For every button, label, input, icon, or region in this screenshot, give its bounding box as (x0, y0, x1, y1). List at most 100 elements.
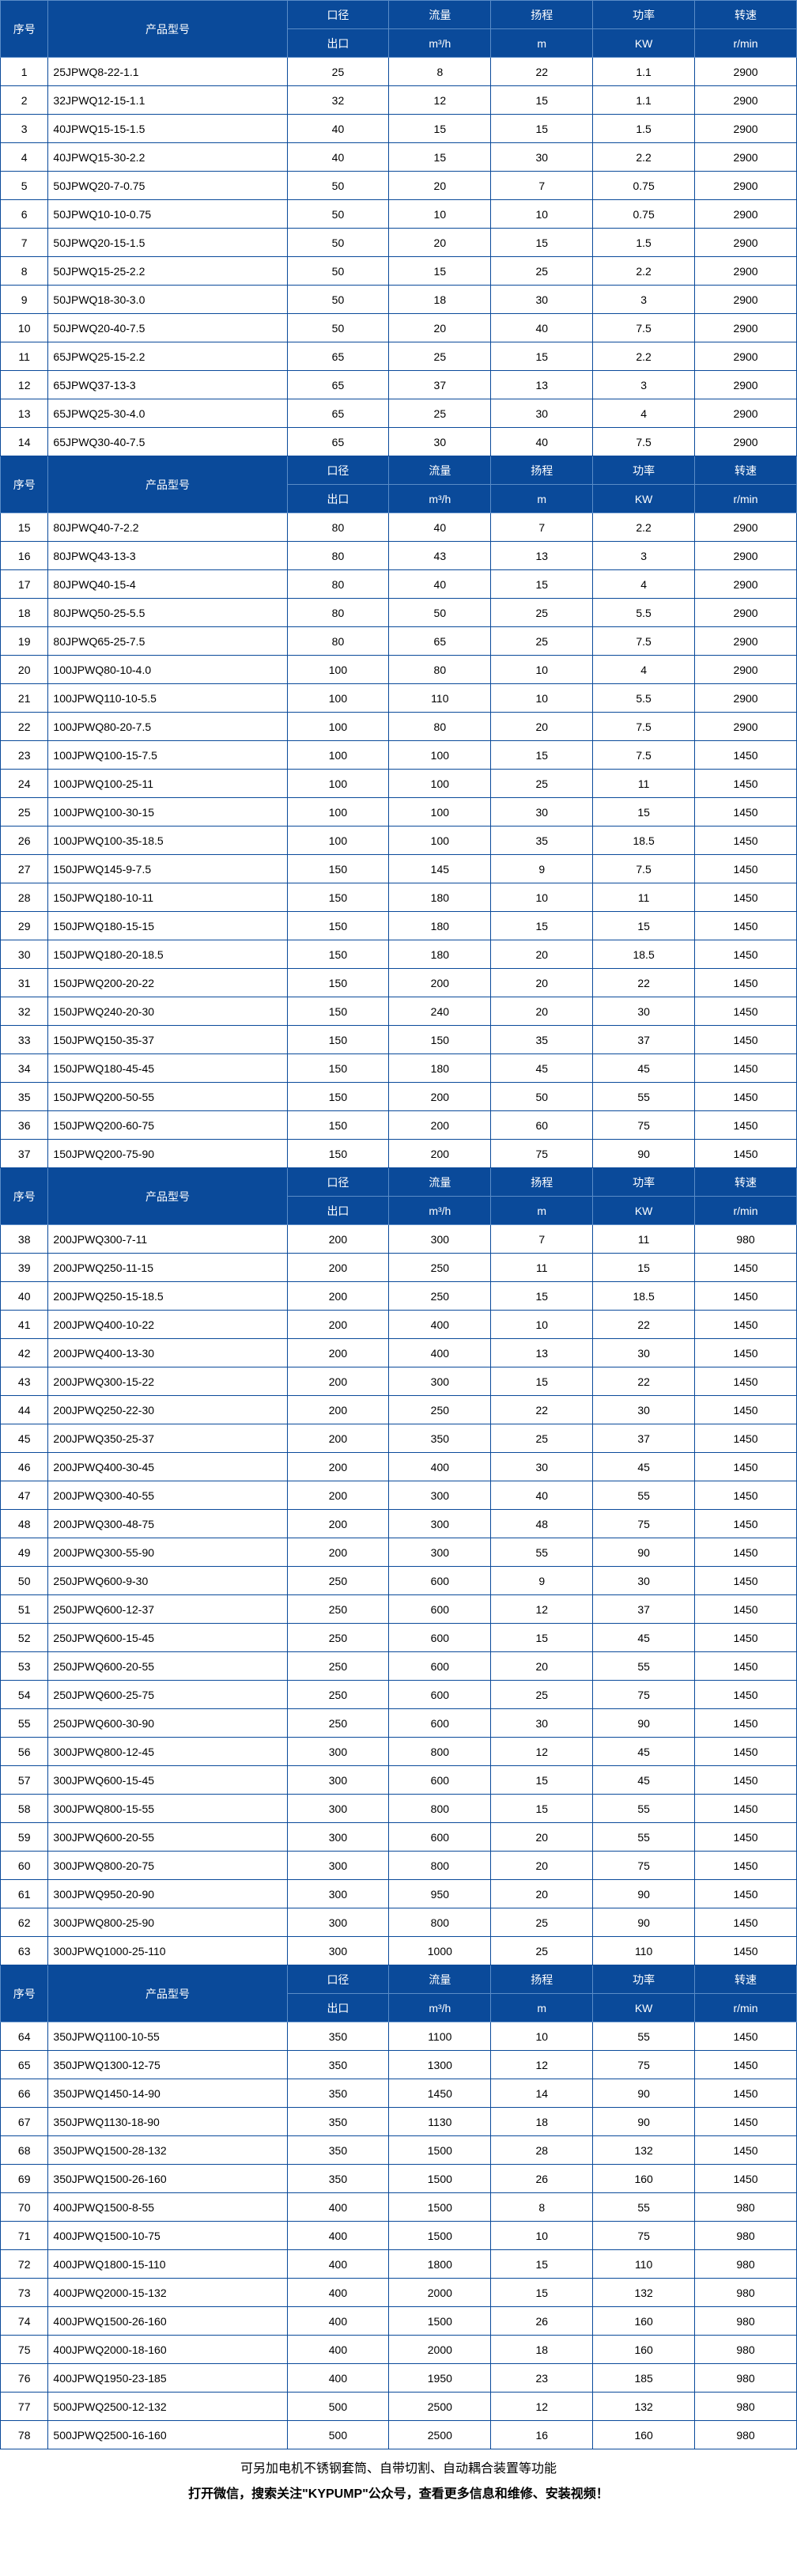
cell-speed: 1450 (695, 1823, 797, 1852)
cell-flow: 180 (389, 940, 491, 969)
table-row: 29150JPWQ180-15-1515018015151450 (1, 912, 797, 940)
table-row: 41200JPWQ400-10-2220040010221450 (1, 1311, 797, 1339)
cell-head: 22 (491, 58, 593, 86)
cell-no: 38 (1, 1225, 48, 1254)
cell-flow: 2000 (389, 2279, 491, 2307)
cell-no: 58 (1, 1795, 48, 1823)
header-speed-bot: r/min (695, 29, 797, 58)
cell-speed: 1450 (695, 2165, 797, 2193)
cell-model: 150JPWQ150-35-37 (48, 1026, 287, 1054)
header-power-bot: KW (593, 1197, 695, 1225)
cell-flow: 1500 (389, 2307, 491, 2336)
cell-speed: 980 (695, 2279, 797, 2307)
cell-no: 42 (1, 1339, 48, 1367)
cell-dia: 40 (287, 143, 389, 172)
header-flow-bot: m³/h (389, 1994, 491, 2022)
cell-no: 56 (1, 1738, 48, 1766)
cell-dia: 150 (287, 1111, 389, 1140)
cell-head: 10 (491, 656, 593, 684)
cell-head: 15 (491, 741, 593, 770)
cell-power: 11 (593, 883, 695, 912)
header-head-top: 扬程 (491, 456, 593, 485)
cell-power: 15 (593, 912, 695, 940)
cell-no: 21 (1, 684, 48, 713)
cell-model: 32JPWQ12-15-1.1 (48, 86, 287, 115)
cell-speed: 980 (695, 1225, 797, 1254)
cell-speed: 2900 (695, 656, 797, 684)
cell-no: 6 (1, 200, 48, 229)
cell-power: 90 (593, 1709, 695, 1738)
cell-flow: 1500 (389, 2136, 491, 2165)
header-speed-top: 转速 (695, 1965, 797, 1994)
cell-speed: 1450 (695, 883, 797, 912)
cell-no: 25 (1, 798, 48, 827)
cell-model: 100JPWQ100-30-15 (48, 798, 287, 827)
cell-model: 300JPWQ1000-25-110 (48, 1937, 287, 1965)
cell-flow: 180 (389, 883, 491, 912)
cell-power: 1.5 (593, 115, 695, 143)
cell-model: 350JPWQ1100-10-55 (48, 2022, 287, 2051)
cell-dia: 200 (287, 1225, 389, 1254)
cell-head: 20 (491, 940, 593, 969)
cell-no: 55 (1, 1709, 48, 1738)
cell-no: 41 (1, 1311, 48, 1339)
cell-speed: 1450 (695, 1481, 797, 1510)
cell-no: 67 (1, 2108, 48, 2136)
cell-model: 400JPWQ1500-10-75 (48, 2222, 287, 2250)
cell-power: 15 (593, 1254, 695, 1282)
cell-flow: 1800 (389, 2250, 491, 2279)
cell-head: 12 (491, 1738, 593, 1766)
cell-head: 15 (491, 342, 593, 371)
cell-no: 57 (1, 1766, 48, 1795)
cell-flow: 300 (389, 1481, 491, 1510)
cell-head: 11 (491, 1254, 593, 1282)
cell-power: 30 (593, 1339, 695, 1367)
cell-dia: 80 (287, 542, 389, 570)
cell-speed: 2900 (695, 713, 797, 741)
cell-head: 25 (491, 1937, 593, 1965)
cell-speed: 2900 (695, 86, 797, 115)
cell-no: 31 (1, 969, 48, 997)
cell-no: 53 (1, 1652, 48, 1681)
table-row: 62300JPWQ800-25-9030080025901450 (1, 1908, 797, 1937)
header-head-top: 扬程 (491, 1965, 593, 1994)
header-speed-bot: r/min (695, 485, 797, 513)
cell-model: 350JPWQ1130-18-90 (48, 2108, 287, 2136)
cell-no: 9 (1, 286, 48, 314)
cell-flow: 8 (389, 58, 491, 86)
cell-flow: 600 (389, 1624, 491, 1652)
cell-head: 15 (491, 1624, 593, 1652)
table-row: 48200JPWQ300-48-7520030048751450 (1, 1510, 797, 1538)
cell-head: 40 (491, 428, 593, 456)
cell-power: 4 (593, 570, 695, 599)
cell-no: 69 (1, 2165, 48, 2193)
cell-flow: 12 (389, 86, 491, 115)
cell-dia: 400 (287, 2307, 389, 2336)
header-head-bot: m (491, 29, 593, 58)
cell-power: 2.2 (593, 513, 695, 542)
header-no: 序号 (1, 1168, 48, 1225)
table-row: 1050JPWQ20-40-7.55020407.52900 (1, 314, 797, 342)
header-power-bot: KW (593, 29, 695, 58)
cell-model: 200JPWQ350-25-37 (48, 1424, 287, 1453)
cell-model: 300JPWQ800-20-75 (48, 1852, 287, 1880)
cell-speed: 1450 (695, 1852, 797, 1880)
table-row: 46200JPWQ400-30-4520040030451450 (1, 1453, 797, 1481)
cell-model: 300JPWQ600-15-45 (48, 1766, 287, 1795)
cell-power: 22 (593, 1367, 695, 1396)
cell-power: 55 (593, 2022, 695, 2051)
cell-model: 25JPWQ8-22-1.1 (48, 58, 287, 86)
cell-head: 20 (491, 997, 593, 1026)
cell-head: 25 (491, 1424, 593, 1453)
cell-model: 100JPWQ110-10-5.5 (48, 684, 287, 713)
cell-no: 36 (1, 1111, 48, 1140)
cell-dia: 300 (287, 1908, 389, 1937)
cell-model: 250JPWQ600-30-90 (48, 1709, 287, 1738)
table-row: 39200JPWQ250-11-1520025011151450 (1, 1254, 797, 1282)
cell-no: 75 (1, 2336, 48, 2364)
cell-speed: 1450 (695, 1937, 797, 1965)
cell-model: 80JPWQ43-13-3 (48, 542, 287, 570)
cell-no: 63 (1, 1937, 48, 1965)
cell-head: 28 (491, 2136, 593, 2165)
header-flow-bot: m³/h (389, 29, 491, 58)
